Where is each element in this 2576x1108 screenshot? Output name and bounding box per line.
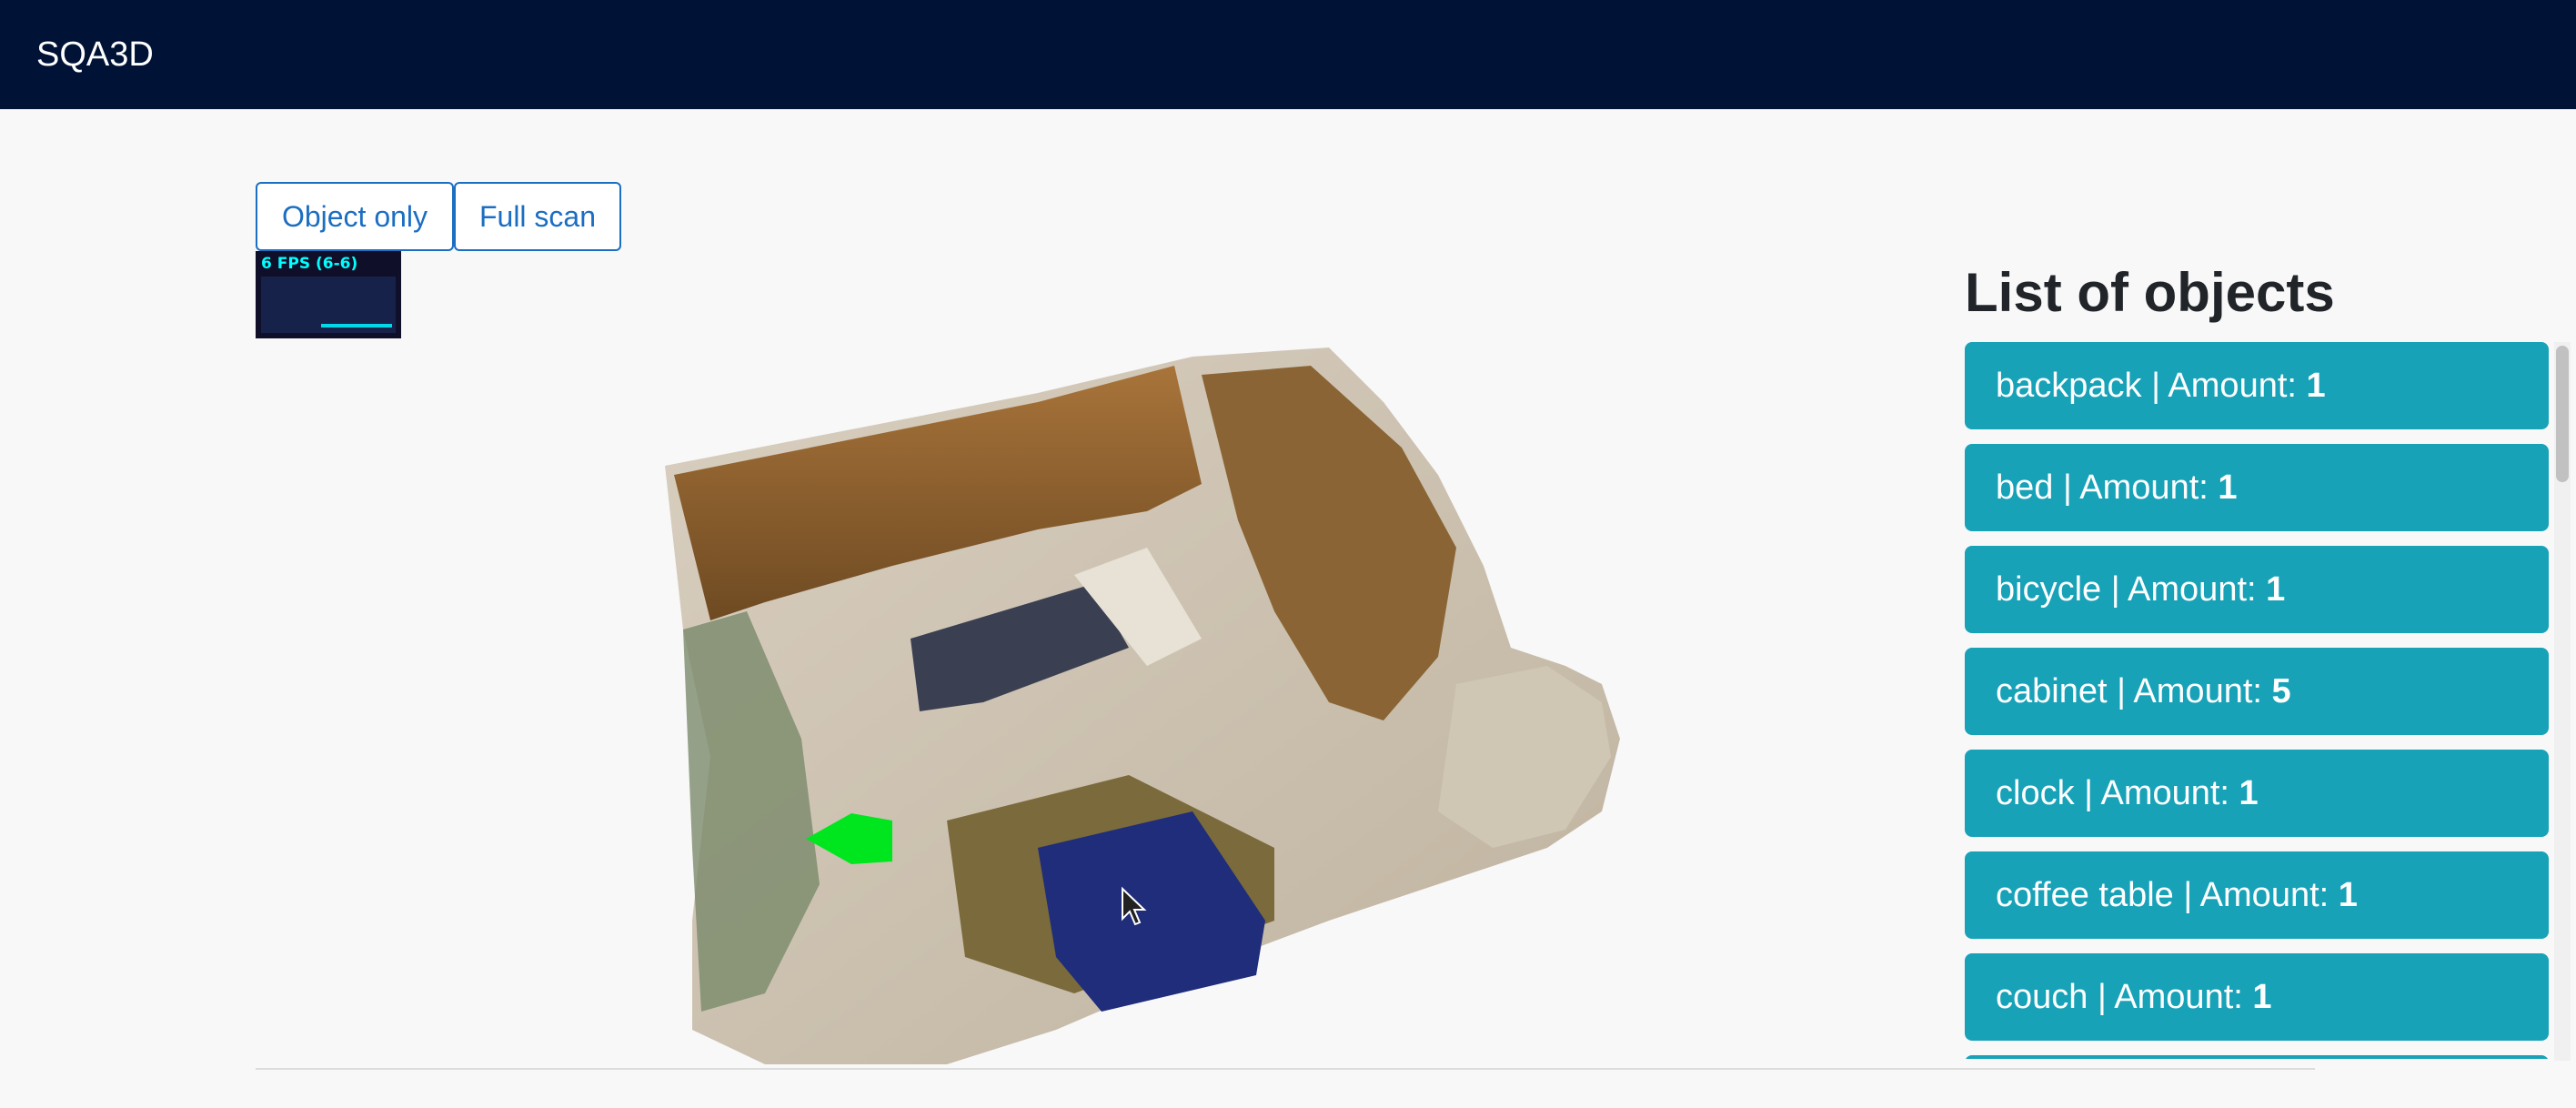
list-item-cabinet[interactable]: cabinet | Amount: 5 [1965,648,2549,735]
amount-label: | Amount: [2088,978,2253,1016]
amount-label: | Amount: [2101,570,2267,609]
object-name: cabinet [1996,672,2108,710]
viewer-bottom-divider [256,1068,2315,1070]
amount-value: 1 [2266,570,2286,609]
amount-label: | Amount: [2053,468,2219,507]
top-navbar: SQA3D [0,0,2576,109]
brand-title[interactable]: SQA3D [36,33,154,76]
objects-list[interactable]: backpack | Amount: 1 bed | Amount: 1 bic… [1965,342,2549,1059]
fps-stats-panel[interactable]: 6 FPS (6-6) [256,251,401,338]
amount-value: 1 [2218,468,2238,507]
objects-heading: List of objects [1965,262,2335,323]
amount-value: 5 [2271,672,2291,710]
object-name: backpack [1996,367,2142,405]
object-name: clock [1996,774,2075,812]
full-scan-button[interactable]: Full scan [454,182,621,251]
amount-label: | Amount: [2074,774,2239,812]
objects-list-scrollbar[interactable] [2554,342,2571,1061]
amount-label: | Amount: [2173,876,2339,914]
list-item-bed[interactable]: bed | Amount: 1 [1965,444,2549,531]
object-name: bed [1996,468,2054,507]
object-name: coffee table [1996,876,2174,914]
amount-label: | Amount: [2107,672,2272,710]
scrollbar-thumb[interactable] [2556,346,2569,482]
object-name: couch [1996,978,2088,1016]
amount-value: 1 [2252,978,2272,1016]
list-item-backpack[interactable]: backpack | Amount: 1 [1965,342,2549,429]
view-toggle-group: Object only Full scan [256,182,621,251]
amount-value: 1 [2338,876,2358,914]
list-item-partial[interactable] [1965,1055,2549,1059]
list-item-coffee-table[interactable]: coffee table | Amount: 1 [1965,851,2549,939]
fps-graph [261,277,396,333]
amount-value: 1 [2239,774,2259,812]
amount-value: 1 [2306,367,2326,405]
object-only-button[interactable]: Object only [256,182,454,251]
list-item-clock[interactable]: clock | Amount: 1 [1965,750,2549,837]
list-item-bicycle[interactable]: bicycle | Amount: 1 [1965,546,2549,633]
fps-readout: 6 FPS (6-6) [261,255,358,273]
object-name: bicycle [1996,570,2102,609]
amount-label: | Amount: [2141,367,2307,405]
list-item-couch[interactable]: couch | Amount: 1 [1965,953,2549,1041]
fps-graph-line [321,324,392,327]
